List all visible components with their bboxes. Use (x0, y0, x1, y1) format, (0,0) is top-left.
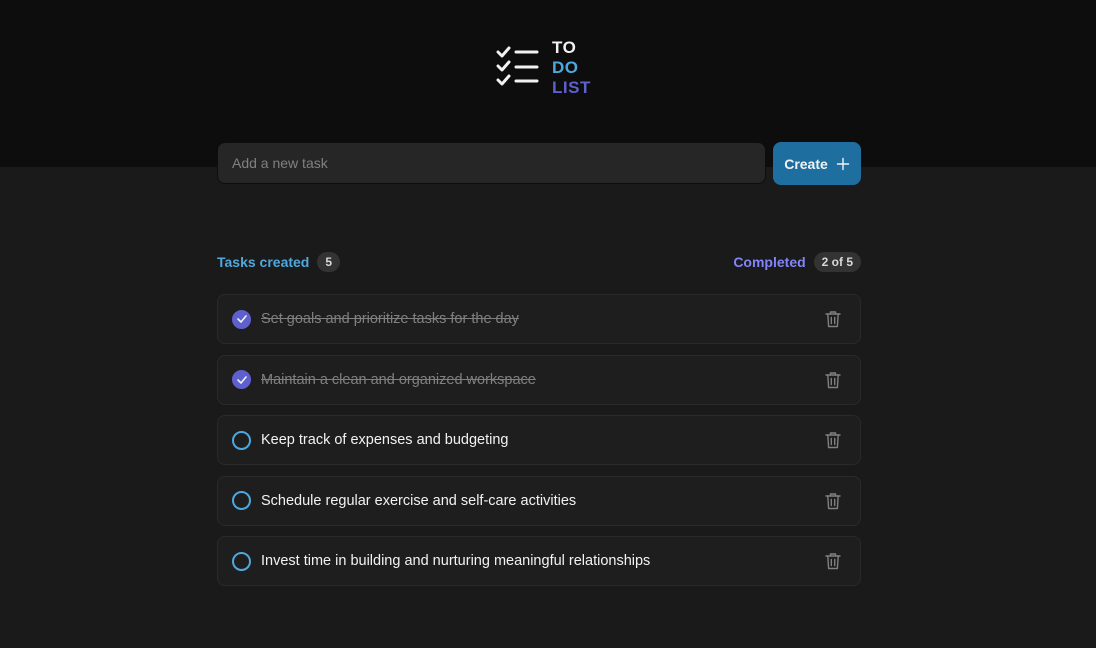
check-icon (236, 375, 247, 384)
check-icon (236, 315, 247, 323)
completed-counter: Completed 2 of 5 (733, 252, 861, 272)
plus-icon (836, 157, 849, 170)
delete-task-button[interactable] (821, 368, 845, 392)
tasks-created-label: Tasks created (217, 254, 310, 270)
logo-text-to: TO (552, 38, 577, 57)
trash-icon (825, 371, 841, 388)
delete-task-button[interactable] (821, 489, 845, 513)
delete-task-button[interactable] (821, 428, 845, 452)
trash-icon (825, 311, 841, 328)
logo-text: TO DO LIST (552, 38, 591, 98)
create-button-label: Create (784, 155, 828, 172)
logo-text-do: DO (552, 58, 579, 77)
task-item: Maintain a clean and organized workspace (217, 354, 861, 405)
task-text: Invest time in building and nurturing me… (261, 553, 651, 569)
task-checkbox[interactable] (232, 430, 251, 450)
logo-text-list: LIST (552, 78, 591, 97)
task-checkbox[interactable] (232, 551, 251, 571)
app-logo: TO DO LIST (496, 38, 591, 98)
task-item: Schedule regular exercise and self-care … (217, 475, 861, 526)
delete-task-button[interactable] (821, 307, 845, 331)
task-checkbox[interactable] (232, 370, 251, 389)
trash-icon (825, 492, 841, 509)
trash-icon (825, 432, 841, 449)
delete-task-button[interactable] (821, 549, 845, 573)
task-list: Set goals and prioritize tasks for the d… (217, 294, 861, 597)
task-text: Set goals and prioritize tasks for the d… (261, 311, 519, 327)
checklist-icon (496, 46, 539, 86)
new-task-input[interactable] (217, 142, 766, 184)
task-checkbox[interactable] (232, 309, 251, 329)
task-item: Invest time in building and nurturing me… (217, 536, 861, 586)
task-text: Maintain a clean and organized workspace (261, 371, 536, 388)
completed-badge: 2 of 5 (813, 252, 861, 272)
trash-icon (825, 553, 841, 570)
task-item: Set goals and prioritize tasks for the d… (217, 294, 861, 344)
task-checkbox[interactable] (232, 491, 251, 510)
completed-label: Completed (733, 254, 806, 270)
tasks-created-counter: Tasks created 5 (217, 252, 341, 272)
task-text: Keep track of expenses and budgeting (261, 432, 509, 448)
tasks-created-badge: 5 (317, 252, 341, 272)
task-item: Keep track of expenses and budgeting (217, 415, 861, 465)
create-button[interactable]: Create (773, 142, 861, 185)
task-text: Schedule regular exercise and self-care … (261, 492, 577, 509)
